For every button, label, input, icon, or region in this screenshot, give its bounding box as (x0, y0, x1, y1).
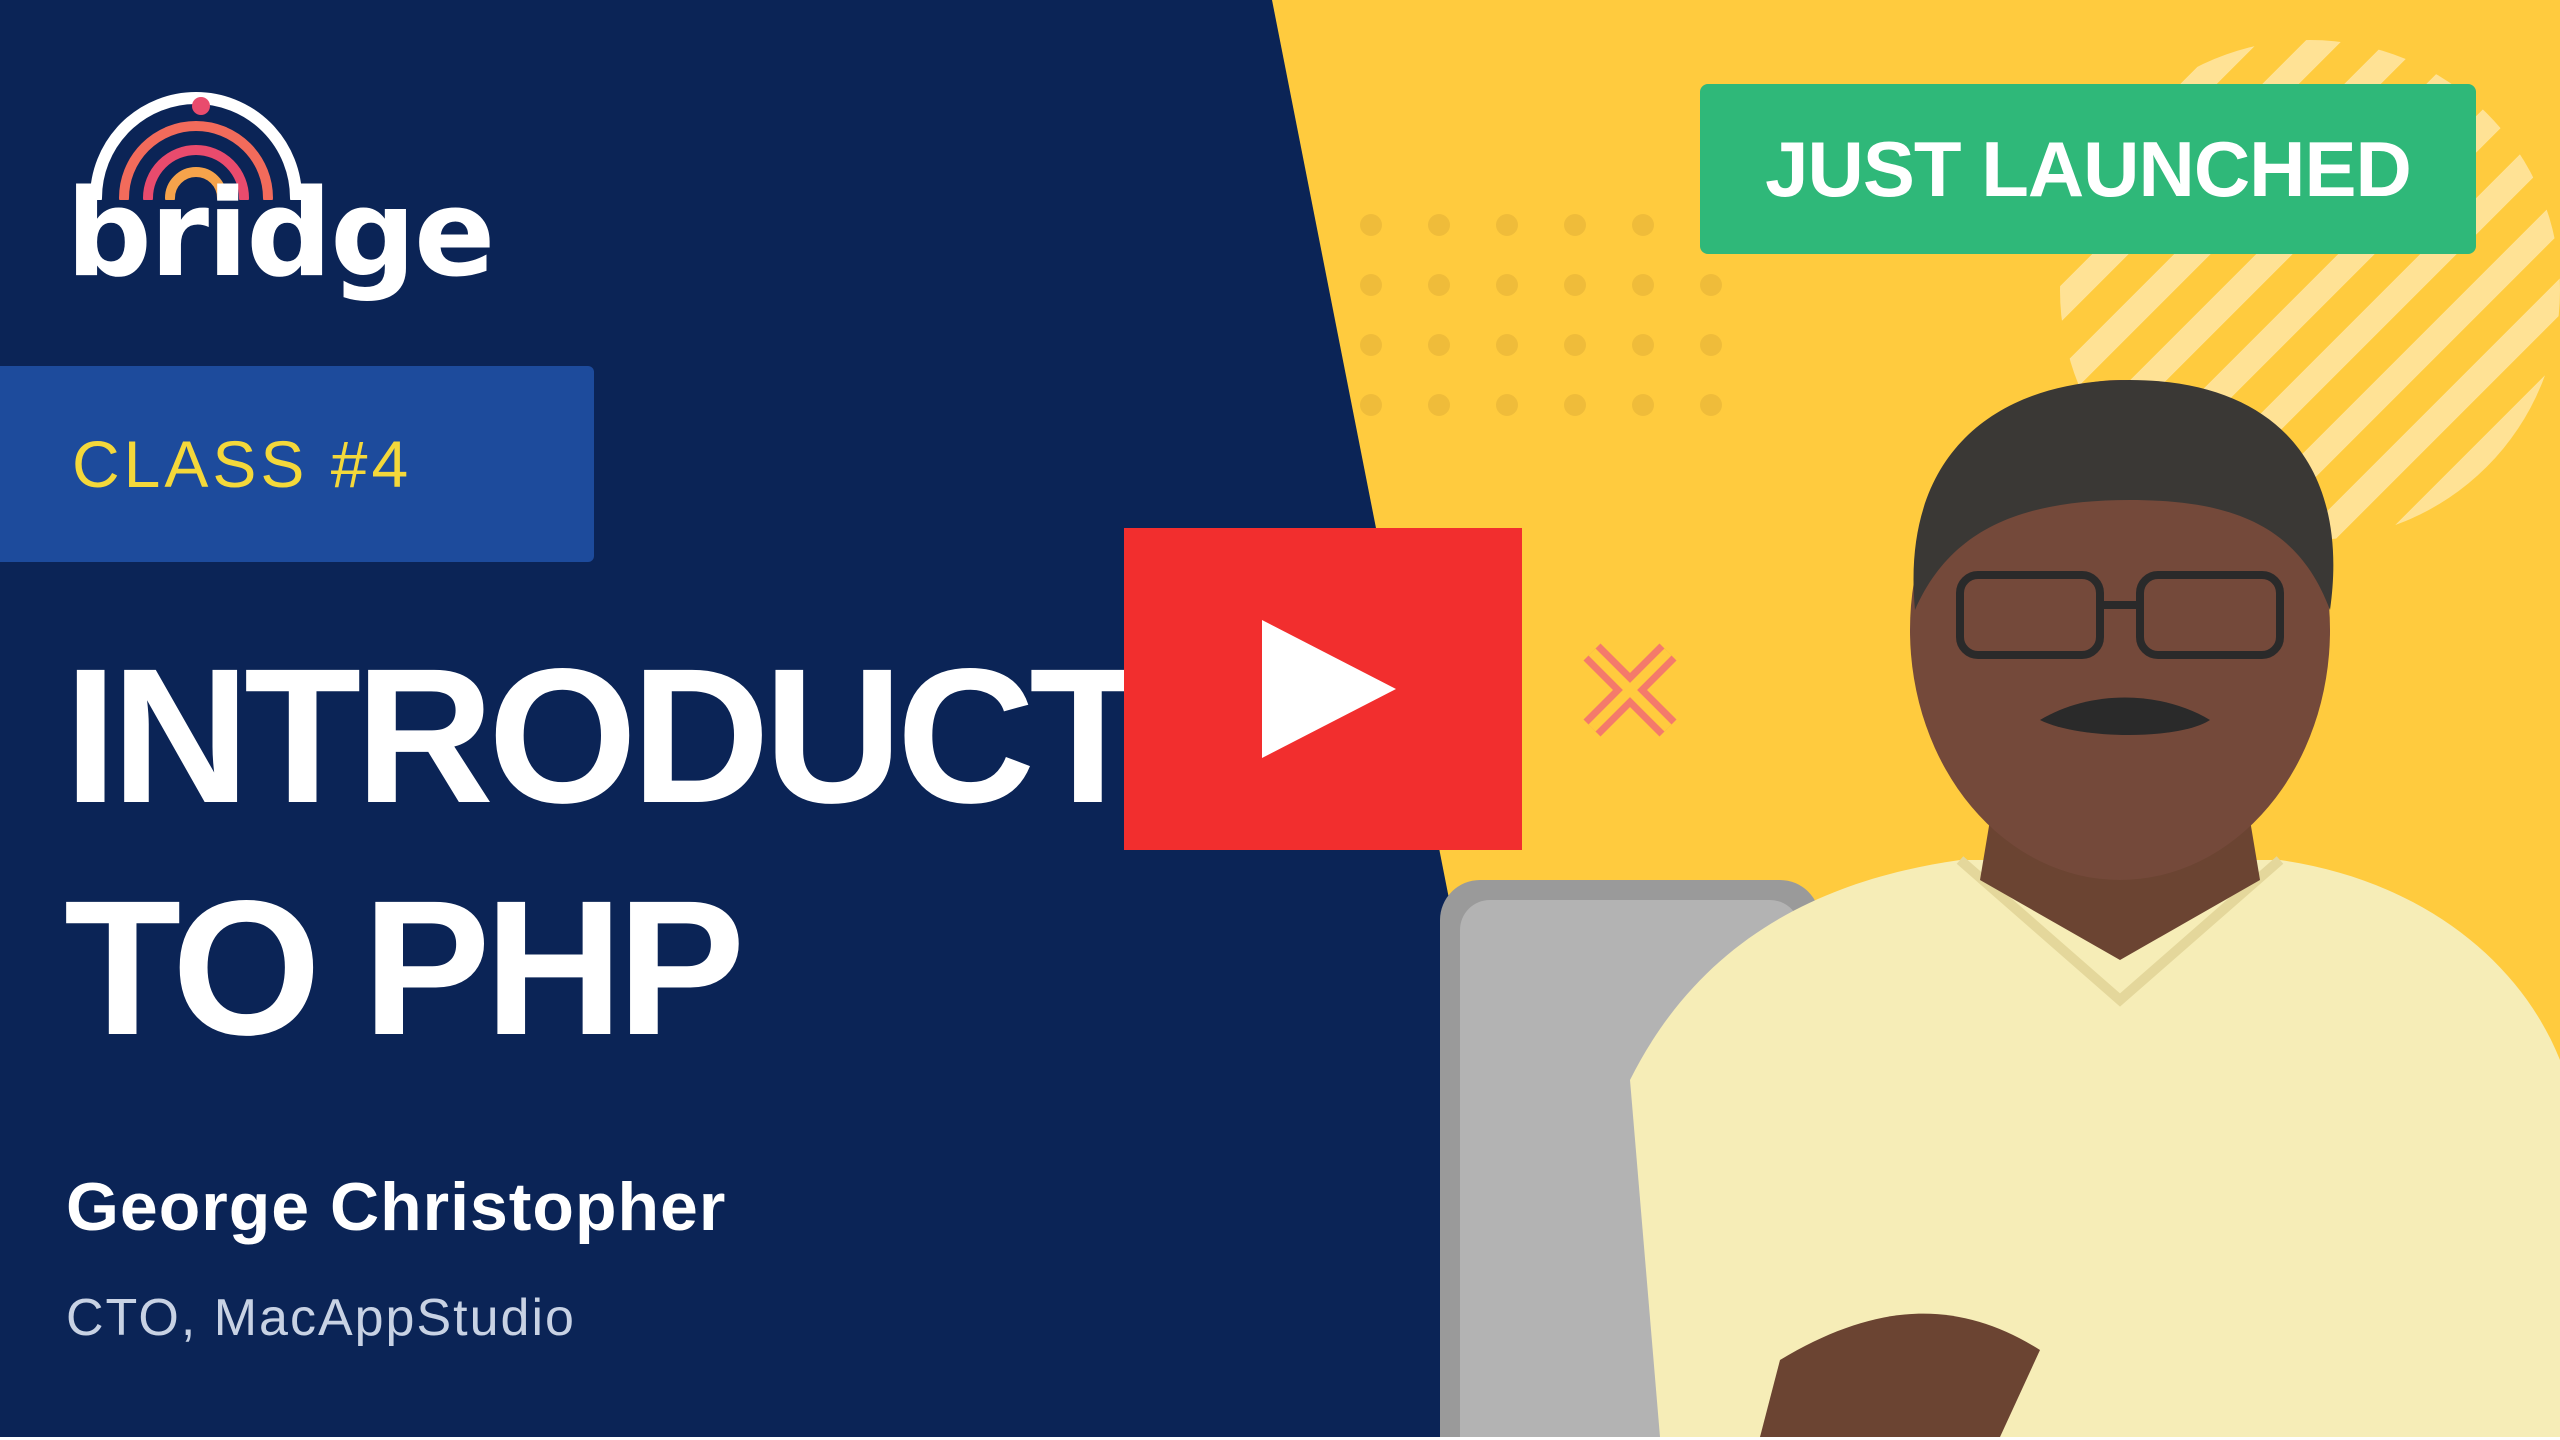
class-badge: CLASS #4 (0, 366, 594, 562)
cross-mark-icon (1583, 643, 1677, 737)
video-title-line-1: INTRODUCT (64, 628, 1147, 843)
dot (1564, 214, 1586, 236)
dot (1360, 334, 1382, 356)
dot (1564, 274, 1586, 296)
dot (1632, 334, 1654, 356)
presenter-role: CTO, MacAppStudio (66, 1289, 576, 1347)
dot (1496, 334, 1518, 356)
dot (1428, 274, 1450, 296)
dot (1428, 214, 1450, 236)
dot (1700, 334, 1722, 356)
dot (1564, 334, 1586, 356)
just-launched-label: JUST LAUNCHED (1765, 124, 2412, 213)
play-button[interactable] (1124, 528, 1522, 850)
class-badge-label: CLASS #4 (72, 427, 413, 501)
play-icon (1262, 620, 1396, 758)
dot (1700, 274, 1722, 296)
dot (1632, 274, 1654, 296)
dot (1428, 334, 1450, 356)
dot (1360, 274, 1382, 296)
dot (1496, 214, 1518, 236)
presenter-photo (1440, 380, 2560, 1437)
video-title-line-2: TO PHP (64, 860, 745, 1075)
dot (1360, 394, 1382, 416)
dot (1360, 214, 1382, 236)
dot (1496, 274, 1518, 296)
dot (1632, 214, 1654, 236)
video-thumbnail[interactable]: bridge CLASS #4 INTRODUCT TO PHP George … (0, 0, 2560, 1437)
presenter-name: George Christopher (66, 1169, 727, 1245)
just-launched-badge: JUST LAUNCHED (1700, 84, 2476, 254)
logo-wordmark: bridge (66, 165, 495, 304)
